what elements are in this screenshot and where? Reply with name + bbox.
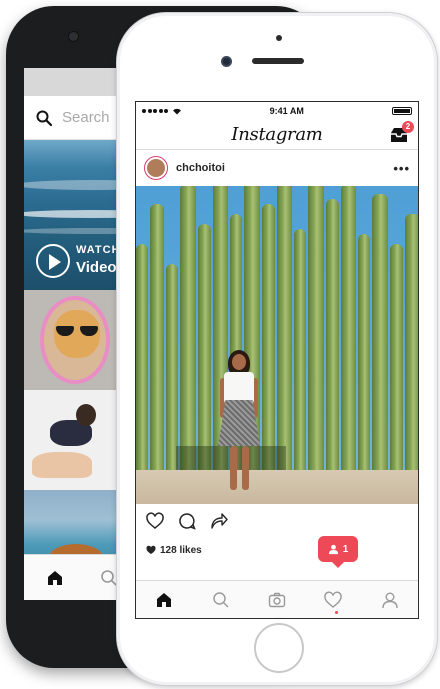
search-input[interactable]: Search: [62, 109, 110, 126]
likes-count[interactable]: 128 likes: [136, 538, 418, 562]
activity-dot: [335, 611, 338, 614]
front-phone-speaker: [252, 58, 304, 64]
play-icon[interactable]: [36, 244, 70, 278]
status-bar: 9:41 AM: [136, 102, 418, 120]
app-header: Instagram 2: [136, 120, 418, 150]
heart-icon[interactable]: [324, 591, 343, 609]
search-icon: [36, 110, 52, 126]
comment-icon[interactable]: [178, 512, 196, 530]
hand: [32, 452, 92, 478]
front-phone: 9:41 AM Instagram 2 chchoitoi ••• 128 li…: [116, 12, 438, 686]
instagram-logo: Instagram: [231, 124, 323, 145]
search-icon[interactable]: [212, 591, 230, 609]
profile-icon[interactable]: [381, 591, 399, 609]
watch-label: WATCH: [76, 244, 121, 256]
battery-icon: [392, 107, 412, 115]
front-phone-camera: [221, 56, 232, 67]
home-icon[interactable]: [155, 591, 173, 609]
heart-icon: [146, 545, 156, 554]
post-username[interactable]: chchoitoi: [176, 162, 385, 174]
home-button[interactable]: [254, 623, 304, 673]
front-phone-screen: 9:41 AM Instagram 2 chchoitoi ••• 128 li…: [135, 101, 419, 619]
post-header: chchoitoi •••: [136, 150, 418, 186]
sunglasses: [54, 326, 100, 336]
share-icon[interactable]: [210, 512, 228, 530]
status-time: 9:41 AM: [269, 106, 304, 116]
more-options-icon[interactable]: •••: [393, 161, 410, 176]
dog-head: [76, 404, 96, 426]
likes-label: 128 likes: [160, 544, 202, 556]
signal-icon: [142, 107, 182, 115]
avatar[interactable]: [144, 156, 168, 180]
ground: [136, 470, 418, 504]
notification-count: 1: [342, 543, 349, 555]
video-label: Video: [76, 259, 117, 276]
inbox-badge: 2: [402, 121, 414, 133]
follower-icon: [328, 544, 338, 554]
like-heart-icon[interactable]: [146, 512, 164, 530]
bottom-tabbar: [136, 580, 418, 618]
home-icon[interactable]: [46, 569, 64, 587]
front-phone-sensor: [276, 35, 282, 41]
post-photo[interactable]: [136, 186, 418, 504]
activity-notification[interactable]: 1: [318, 536, 358, 568]
inbox-button[interactable]: 2: [390, 121, 414, 143]
camera-icon[interactable]: [268, 591, 286, 609]
back-phone-camera: [68, 31, 79, 42]
post-actions: [136, 504, 418, 538]
